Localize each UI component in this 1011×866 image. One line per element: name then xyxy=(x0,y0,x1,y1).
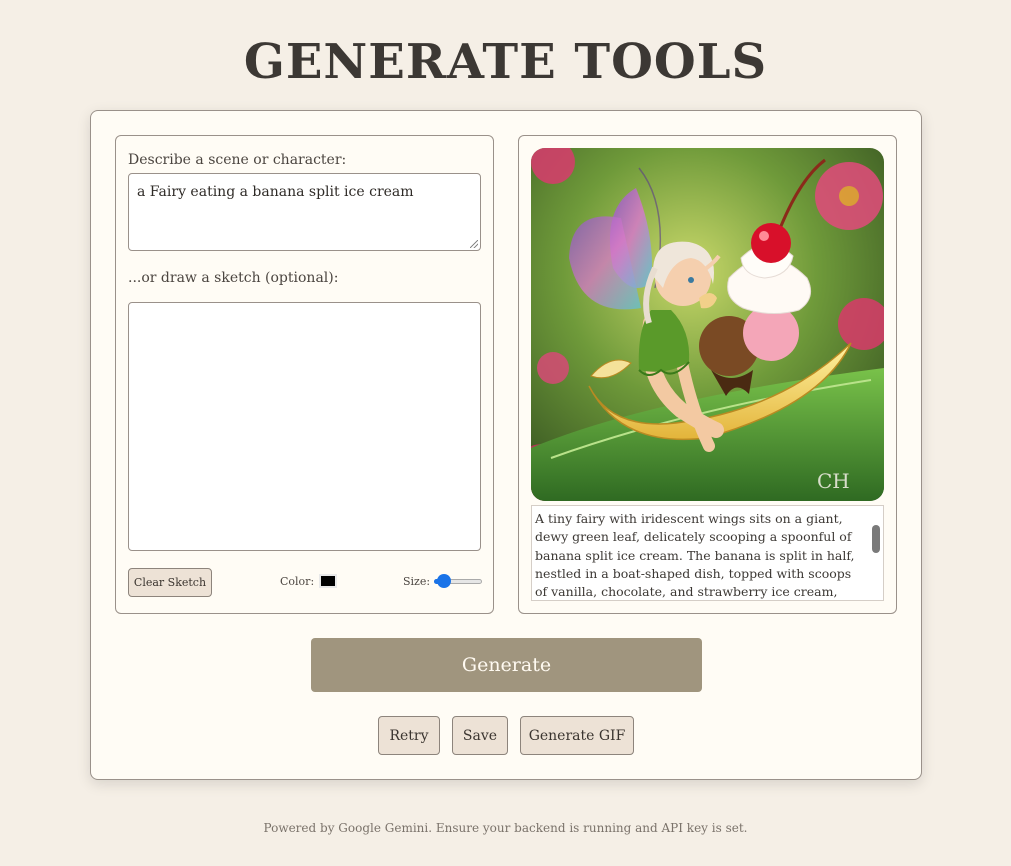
image-description: A tiny fairy with iridescent wings sits … xyxy=(535,511,855,600)
input-panel: Describe a scene or character: a Fairy e… xyxy=(115,135,494,614)
generate-button[interactable]: Generate xyxy=(311,638,702,692)
color-control: Color: xyxy=(280,574,338,588)
generate-gif-button[interactable]: Generate GIF xyxy=(520,716,634,755)
svg-text:CH: CH xyxy=(817,469,850,493)
sketch-tools: Clear Sketch Color: Size: xyxy=(128,568,483,597)
description-scrollbar[interactable] xyxy=(872,525,880,553)
slider-thumb[interactable] xyxy=(437,574,452,588)
description-box[interactable]: A tiny fairy with iridescent wings sits … xyxy=(531,505,884,601)
save-button[interactable]: Save xyxy=(452,716,508,755)
prompt-value: a Fairy eating a banana split ice cream xyxy=(137,184,414,200)
retry-button[interactable]: Retry xyxy=(378,716,440,755)
page-title: GENERATE TOOLS xyxy=(243,34,768,90)
prompt-label: Describe a scene or character: xyxy=(128,152,347,168)
resize-grip-icon[interactable] xyxy=(470,240,478,248)
prompt-input[interactable]: a Fairy eating a banana split ice cream xyxy=(128,173,481,251)
main-card: Describe a scene or character: a Fairy e… xyxy=(90,110,922,780)
size-control: Size: xyxy=(403,574,483,588)
output-panel: CH A tiny fairy with iridescent wings si… xyxy=(518,135,897,614)
color-label: Color: xyxy=(280,574,315,588)
clear-sketch-button[interactable]: Clear Sketch xyxy=(128,568,212,597)
color-picker[interactable] xyxy=(319,574,338,588)
fairy-banana-split-image: CH xyxy=(531,148,884,501)
sketch-canvas[interactable] xyxy=(128,302,481,551)
size-label: Size: xyxy=(403,574,431,588)
footer-note: Powered by Google Gemini. Ensure your ba… xyxy=(263,821,748,835)
sketch-label: ...or draw a sketch (optional): xyxy=(128,270,339,286)
brush-size-slider[interactable] xyxy=(434,574,483,588)
